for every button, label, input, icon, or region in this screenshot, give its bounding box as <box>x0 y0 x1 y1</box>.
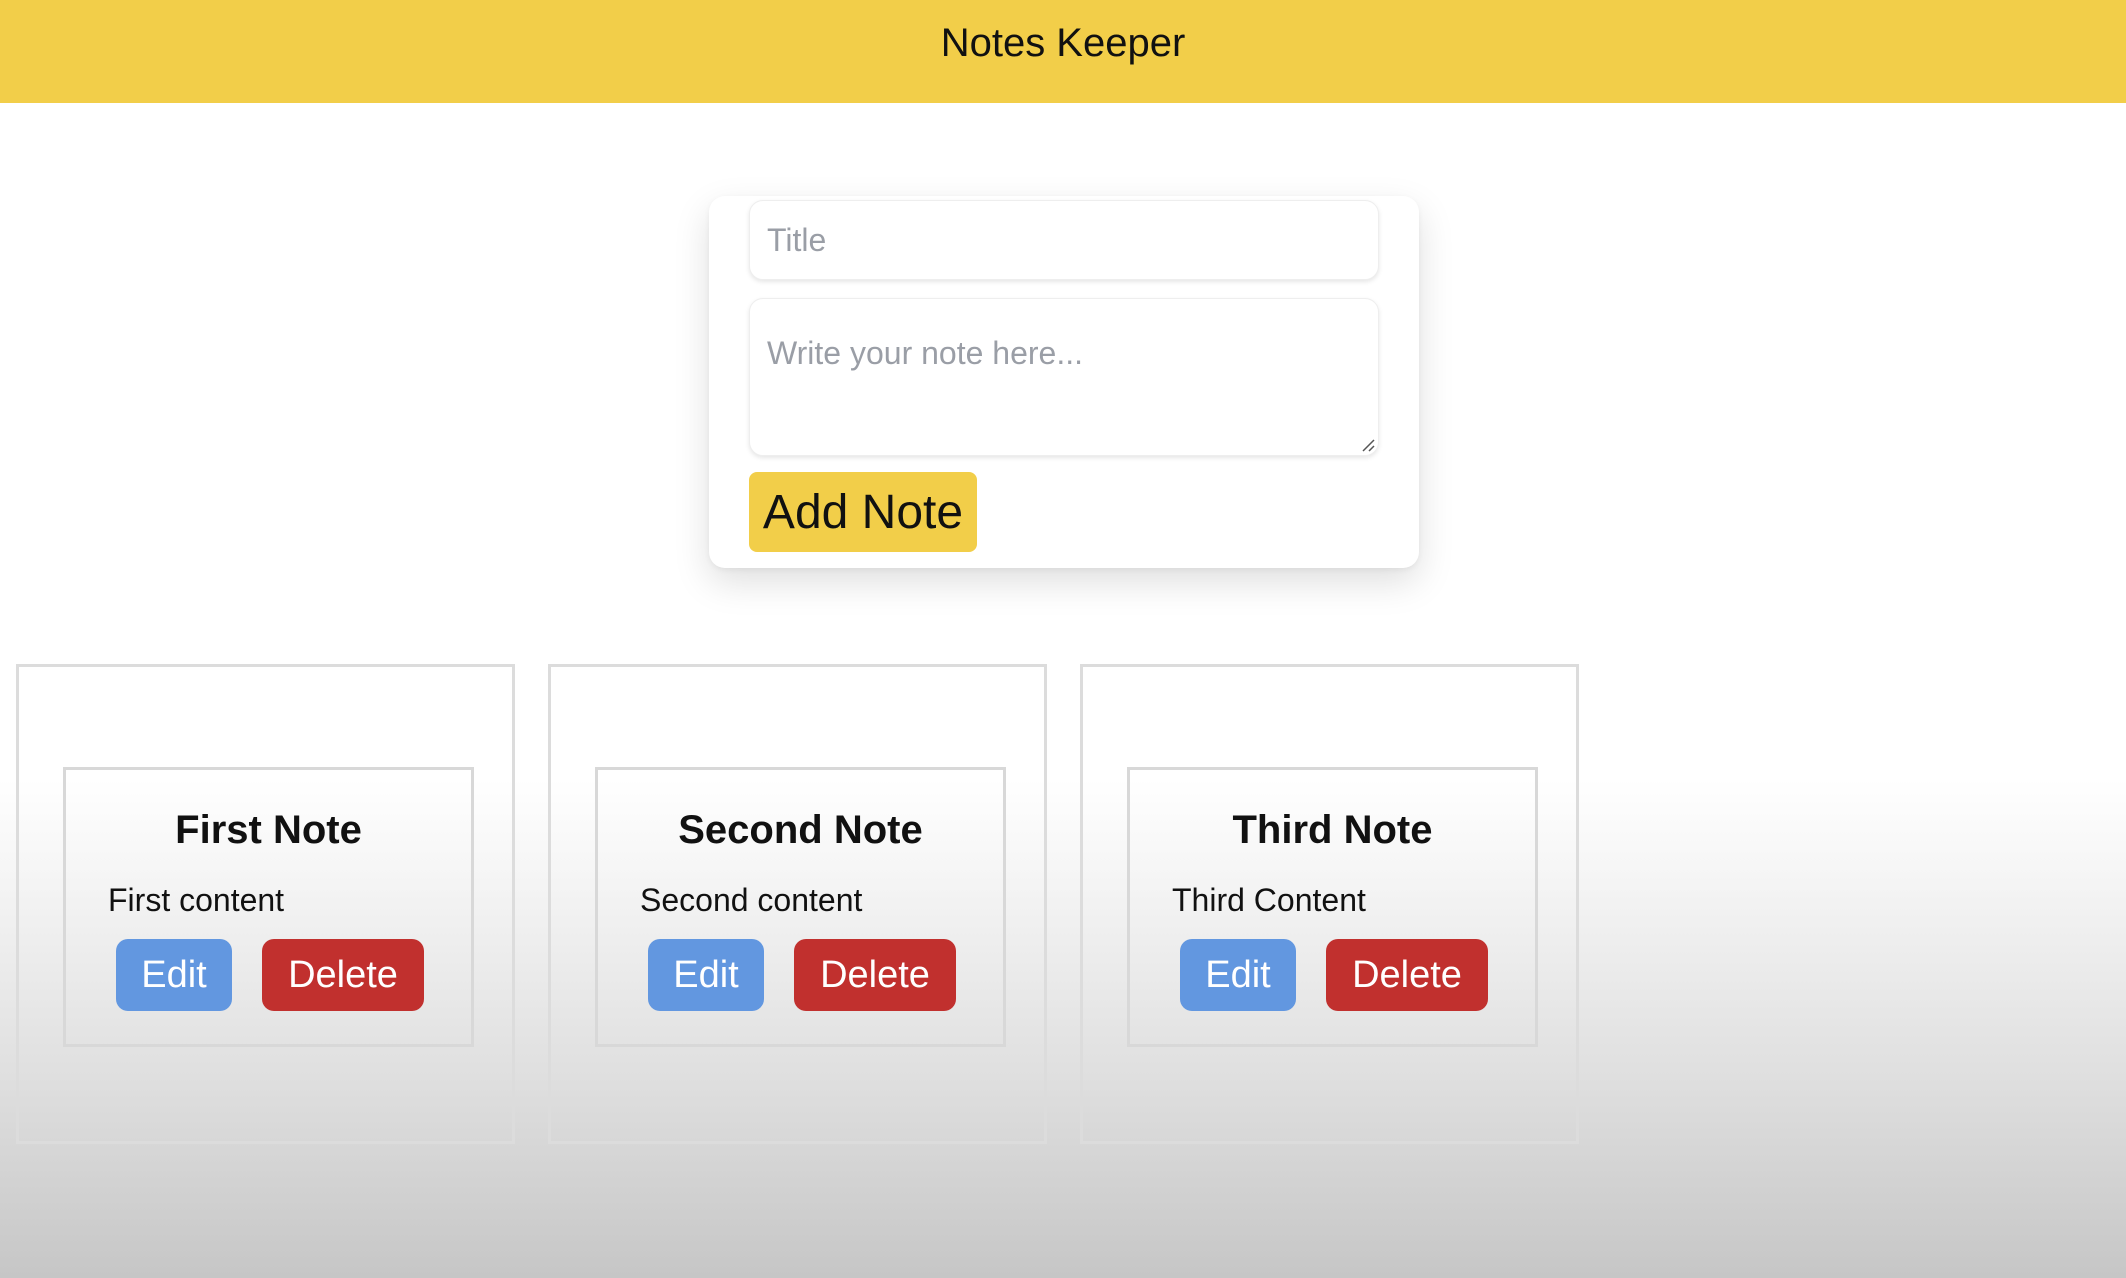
delete-button[interactable]: Delete <box>794 939 956 1011</box>
title-input[interactable] <box>749 200 1379 280</box>
note-content-textarea[interactable] <box>749 298 1379 456</box>
note-content: First content <box>108 882 285 918</box>
note-card: First Note First content Edit Delete <box>16 664 515 1144</box>
note-body: Second Note Second content Edit Delete <box>595 767 1006 1047</box>
note-body: First Note First content Edit Delete <box>63 767 474 1047</box>
edit-button[interactable]: Edit <box>116 939 232 1011</box>
note-form: Add Note <box>709 196 1419 568</box>
note-content: Second content <box>640 882 863 918</box>
delete-button[interactable]: Delete <box>1326 939 1488 1011</box>
edit-button[interactable]: Edit <box>648 939 764 1011</box>
delete-button[interactable]: Delete <box>262 939 424 1011</box>
note-card: Second Note Second content Edit Delete <box>548 664 1047 1144</box>
note-body: Third Note Third Content Edit Delete <box>1127 767 1538 1047</box>
app-title: Notes Keeper <box>940 21 1186 65</box>
note-card: Third Note Third Content Edit Delete <box>1080 664 1579 1144</box>
note-title: Second Note <box>678 808 923 852</box>
app-header: Notes Keeper <box>0 0 2126 103</box>
edit-button[interactable]: Edit <box>1180 939 1296 1011</box>
resize-handle-icon[interactable] <box>1361 438 1375 452</box>
note-content: Third Content <box>1172 882 1366 918</box>
note-title: First Note <box>175 808 362 852</box>
add-note-button[interactable]: Add Note <box>749 472 977 552</box>
note-title: Third Note <box>1232 808 1433 852</box>
